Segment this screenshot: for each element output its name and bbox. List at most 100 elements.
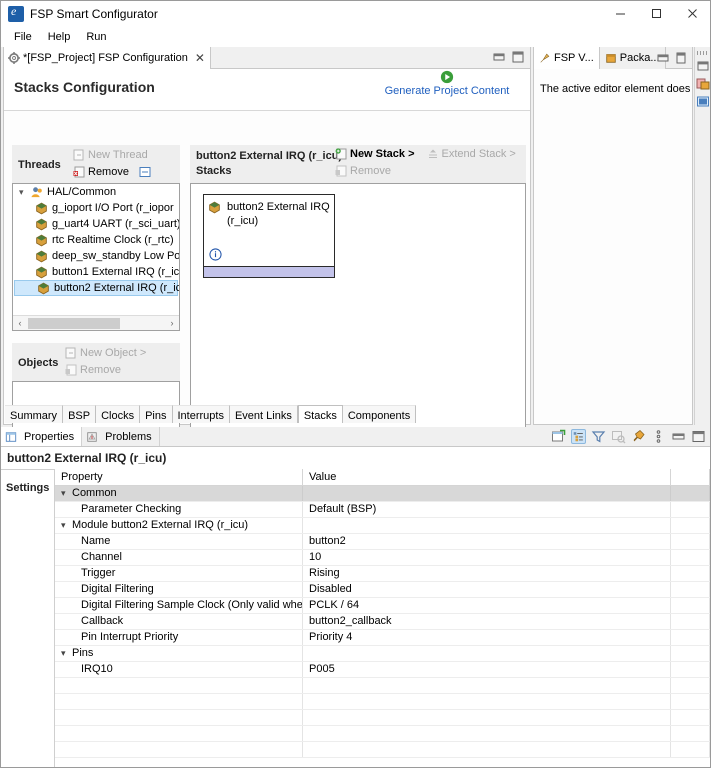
tree-item-g-ioport[interactable]: g_ioport I/O Port (r_iopor: [13, 200, 179, 216]
minimize-icon[interactable]: [602, 1, 638, 27]
pin-icon[interactable]: [631, 429, 646, 444]
value-cell[interactable]: [303, 518, 671, 533]
chevron-down-icon[interactable]: ▾: [61, 520, 72, 531]
table-row[interactable]: ▾Common: [55, 486, 710, 502]
drag-handle-icon[interactable]: [697, 51, 708, 55]
table-row[interactable]: Digital Filtering Disabled: [55, 582, 710, 598]
value-cell[interactable]: button2_callback: [303, 614, 671, 629]
new-thread-button[interactable]: New Thread: [73, 149, 148, 161]
tree-item-rtc[interactable]: rtc Realtime Clock (r_rtc): [13, 232, 179, 248]
tree-item-button1[interactable]: button1 External IRQ (r_ic: [13, 264, 179, 280]
table-row[interactable]: Digital Filtering Sample Clock (Only val…: [55, 598, 710, 614]
value-cell[interactable]: P005: [303, 662, 671, 677]
table-row[interactable]: Pin Interrupt Priority Priority 4: [55, 630, 710, 646]
console-icon[interactable]: [696, 95, 710, 109]
column-header-property[interactable]: Property: [55, 469, 303, 485]
restore-default-icon[interactable]: [611, 429, 626, 444]
new-stack-button[interactable]: New Stack >: [335, 148, 415, 160]
chevron-down-icon[interactable]: ▾: [19, 187, 28, 198]
minimize-icon[interactable]: [671, 429, 686, 444]
remove-stack-button[interactable]: Remove: [335, 165, 391, 177]
tab-event-links[interactable]: Event Links: [230, 405, 298, 423]
table-row[interactable]: ▾Pins: [55, 646, 710, 662]
maximize-icon[interactable]: [512, 51, 524, 63]
generate-project-content[interactable]: Generate Project Content: [372, 70, 522, 97]
new-object-button[interactable]: New Object >: [65, 347, 146, 359]
tab-components[interactable]: Components: [343, 405, 416, 423]
close-icon[interactable]: [674, 1, 710, 27]
table-row[interactable]: Parameter Checking Default (BSP): [55, 502, 710, 518]
restore-icon[interactable]: [493, 51, 505, 63]
tab-package[interactable]: Packa...: [600, 47, 666, 69]
value-cell[interactable]: Priority 4: [303, 630, 671, 645]
stack-node-button2[interactable]: button2 External IRQ (r_icu): [203, 194, 335, 278]
value-cell[interactable]: 10: [303, 550, 671, 565]
generate-project-content-link[interactable]: Generate Project Content: [372, 85, 522, 97]
tree-item-g-uart4[interactable]: g_uart4 UART (r_sci_uart): [13, 216, 179, 232]
table-row[interactable]: Channel 10: [55, 550, 710, 566]
value-cell: [303, 742, 671, 757]
table-row-empty[interactable]: [55, 726, 710, 742]
tab-clocks[interactable]: Clocks: [96, 405, 140, 423]
table-row[interactable]: Trigger Rising: [55, 566, 710, 582]
menu-file[interactable]: File: [7, 29, 39, 45]
tab-pins[interactable]: Pins: [140, 405, 172, 423]
value-cell[interactable]: Rising: [303, 566, 671, 581]
restore-icon[interactable]: [696, 59, 710, 73]
tab-fsp-configuration[interactable]: *[FSP_Project] FSP Configuration ✕: [4, 47, 211, 69]
tab-fsp-visualization[interactable]: FSP V...: [534, 47, 600, 69]
table-row-empty[interactable]: [55, 678, 710, 694]
table-row[interactable]: IRQ10 P005: [55, 662, 710, 678]
info-icon[interactable]: [209, 248, 222, 261]
chevron-down-icon[interactable]: ▾: [61, 488, 72, 499]
maximize-icon[interactable]: [638, 1, 674, 27]
value-cell[interactable]: PCLK / 64: [303, 598, 671, 613]
chevron-down-icon[interactable]: ▾: [61, 648, 72, 659]
package-explorer-icon[interactable]: [696, 77, 710, 91]
value-cell[interactable]: button2: [303, 534, 671, 549]
maximize-icon[interactable]: [691, 429, 706, 444]
remove-object-button[interactable]: Remove: [65, 364, 121, 376]
tree-item-hal-common[interactable]: ▾ HAL/Common: [13, 184, 179, 200]
table-row-empty[interactable]: [55, 710, 710, 726]
value-cell[interactable]: [303, 486, 671, 501]
threads-tree[interactable]: ▾ HAL/Common g_ioport I/O Port (r_iopor: [12, 183, 180, 331]
menu-help[interactable]: Help: [41, 29, 78, 45]
tree-item-button2[interactable]: button2 External IRQ (r_ic: [14, 280, 178, 296]
threads-horizontal-scrollbar[interactable]: ‹ ›: [13, 315, 179, 330]
tab-summary[interactable]: Summary: [5, 405, 63, 423]
table-row-empty[interactable]: [55, 694, 710, 710]
scroll-right-icon[interactable]: ›: [165, 318, 179, 328]
properties-grid[interactable]: Property Value ▾Common Parameter Checkin…: [55, 469, 710, 767]
close-icon[interactable]: ✕: [195, 52, 205, 64]
column-header-value[interactable]: Value: [303, 469, 671, 485]
table-row[interactable]: ▾Module button2 External IRQ (r_icu): [55, 518, 710, 534]
tab-problems[interactable]: Problems: [82, 427, 159, 446]
threads-objects-column: Threads New Thread: [12, 145, 180, 437]
remove-thread-button[interactable]: Remove: [73, 166, 129, 178]
table-row[interactable]: Callback button2_callback: [55, 614, 710, 630]
settings-tab[interactable]: Settings: [1, 479, 54, 494]
collapse-all-icon[interactable]: [139, 166, 151, 178]
view-menu-icon[interactable]: [651, 429, 666, 444]
tree-item-deep-sw-standby[interactable]: deep_sw_standby Low Po: [13, 248, 179, 264]
tab-bsp[interactable]: BSP: [63, 405, 96, 423]
scroll-left-icon[interactable]: ‹: [13, 318, 27, 328]
table-row-empty[interactable]: [55, 742, 710, 758]
value-cell[interactable]: Disabled: [303, 582, 671, 597]
show-categories-icon[interactable]: [571, 429, 586, 444]
tab-interrupts[interactable]: Interrupts: [173, 405, 230, 423]
stack-canvas[interactable]: button2 External IRQ (r_icu): [190, 183, 526, 441]
table-row[interactable]: Name button2: [55, 534, 710, 550]
new-properties-view-icon[interactable]: [551, 429, 566, 444]
value-cell[interactable]: [303, 646, 671, 661]
menu-run[interactable]: Run: [79, 29, 113, 45]
tab-stacks[interactable]: Stacks: [298, 405, 343, 423]
tab-properties[interactable]: Properties: [1, 427, 82, 446]
restore-icon[interactable]: [657, 52, 669, 64]
filter-icon[interactable]: [591, 429, 606, 444]
scrollbar-thumb[interactable]: [28, 318, 120, 329]
extend-stack-button[interactable]: Extend Stack >: [427, 148, 516, 160]
maximize-icon[interactable]: [676, 52, 688, 64]
value-cell[interactable]: Default (BSP): [303, 502, 671, 517]
